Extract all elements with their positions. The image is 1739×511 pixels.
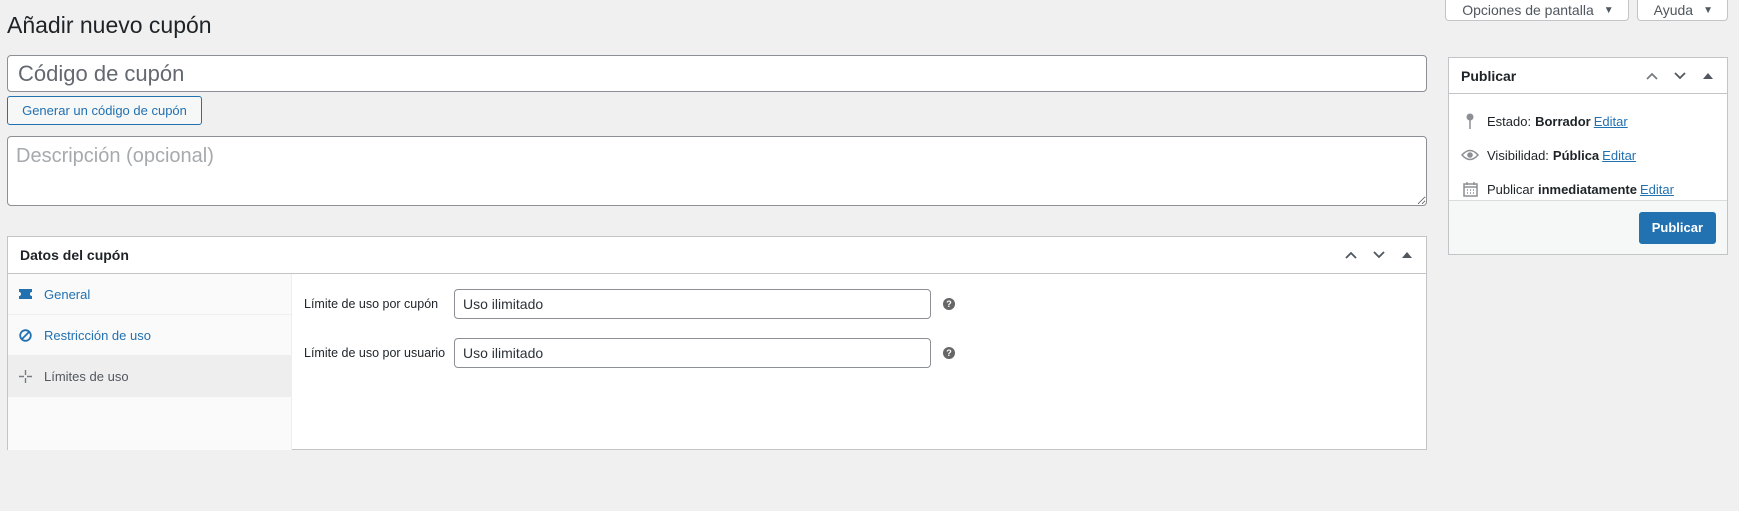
usage-limits-panel: Límite de uso por cupón ? Límite de uso …	[292, 274, 1426, 450]
tab-usage-limits-label: Límites de uso	[44, 368, 129, 384]
usage-limit-per-coupon-input[interactable]	[454, 289, 931, 319]
status-label: Estado:	[1487, 113, 1532, 129]
tab-general[interactable]: General	[8, 274, 291, 315]
visibility-label: Visibilidad:	[1487, 147, 1549, 163]
help-tab[interactable]: Ayuda ▼	[1636, 0, 1728, 21]
help-label: Ayuda	[1653, 2, 1694, 18]
publish-header: Publicar	[1449, 58, 1727, 94]
publish-misc-actions: Estado: Borrador Editar Visibilidad: Públic…	[1449, 94, 1727, 206]
post-status-row: Estado: Borrador Editar	[1461, 104, 1715, 138]
move-up-icon[interactable]	[1344, 251, 1358, 259]
publish-footer: Publicar	[1449, 200, 1727, 254]
ban-icon	[18, 328, 32, 342]
tab-usage-restriction[interactable]: Restricción de uso	[8, 315, 291, 356]
tab-usage-limits[interactable]: Límites de uso	[8, 356, 291, 397]
caret-down-icon: ▼	[1703, 4, 1713, 16]
move-up-icon[interactable]	[1645, 72, 1659, 80]
caret-down-icon: ▼	[1603, 4, 1614, 16]
publish-box: Publicar Estado: Borrador Editar Visibilid…	[1448, 57, 1728, 255]
visibility-value: Pública	[1552, 147, 1600, 163]
coupon-data-title: Datos del cupón	[20, 247, 129, 263]
edit-schedule-link[interactable]: Editar	[1640, 182, 1674, 197]
tab-general-label: General	[44, 286, 91, 302]
coupon-data-body: General Restricción de uso Límites de us…	[8, 274, 1426, 450]
schedule-label: Publicar	[1487, 181, 1534, 197]
status-value: Borrador	[1535, 113, 1591, 129]
eye-icon	[1461, 149, 1479, 161]
box-handle-actions	[1344, 251, 1414, 259]
help-tip-icon[interactable]: ?	[943, 298, 955, 310]
usage-limit-per-user-row: Límite de uso por usuario ?	[304, 337, 1414, 369]
coupon-description-textarea[interactable]	[7, 136, 1427, 206]
publish-handle-actions	[1645, 71, 1715, 80]
schedule-value: inmediatamente	[1537, 181, 1637, 197]
usage-limit-per-coupon-label: Límite de uso por cupón	[304, 297, 439, 311]
coupon-data-box: Datos del cupón General Restricción de u…	[7, 236, 1427, 450]
generate-coupon-code-button[interactable]: Generar un código de cupón	[7, 96, 202, 125]
publish-button[interactable]: Publicar	[1638, 211, 1716, 244]
usage-limit-per-user-input[interactable]	[454, 338, 931, 368]
coupon-data-tabs: General Restricción de uso Límites de us…	[8, 274, 292, 450]
visibility-row: Visibilidad: Pública Editar	[1461, 138, 1715, 172]
ticket-icon	[18, 289, 32, 299]
coupon-code-input[interactable]	[7, 55, 1427, 92]
usage-limit-per-coupon-row: Límite de uso por cupón ?	[304, 288, 1414, 320]
usage-limit-per-user-label: Límite de uso por usuario	[304, 346, 446, 360]
pin-icon	[1461, 113, 1479, 129]
publish-title: Publicar	[1461, 67, 1517, 84]
coupon-data-header: Datos del cupón	[8, 237, 1426, 274]
screen-options-label: Opciones de pantalla	[1462, 2, 1594, 18]
edit-visibility-link[interactable]: Editar	[1602, 148, 1636, 163]
calendar-icon	[1461, 181, 1479, 197]
move-down-icon[interactable]	[1372, 251, 1386, 259]
screen-meta-links: Opciones de pantalla ▼ Ayuda ▼	[1445, 0, 1728, 21]
page-title: Añadir nuevo cupón	[7, 12, 212, 38]
screen-options-tab[interactable]: Opciones de pantalla ▼	[1445, 0, 1629, 21]
move-down-icon[interactable]	[1673, 71, 1687, 80]
toggle-panel-icon[interactable]	[1701, 72, 1715, 79]
crosshair-icon	[18, 369, 32, 383]
help-tip-icon[interactable]: ?	[943, 347, 955, 359]
toggle-panel-icon[interactable]	[1400, 252, 1414, 258]
edit-status-link[interactable]: Editar	[1594, 114, 1628, 129]
tab-usage-restriction-label: Restricción de uso	[44, 327, 151, 343]
